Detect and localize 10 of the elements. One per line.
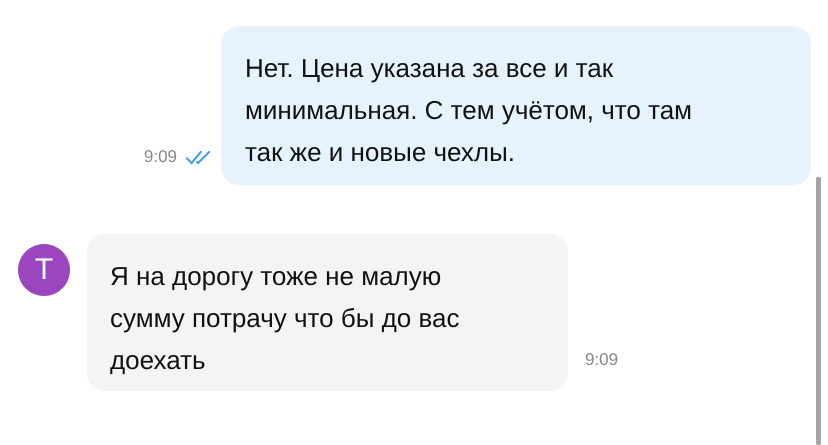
message-text: так же и новые чехлы. [245, 136, 516, 169]
message-text: Я на дорогу тоже не малую [110, 260, 442, 293]
message-text: Нет. Цена указана за все и так [245, 52, 614, 85]
message-text: доехать [110, 344, 206, 377]
message-text: сумму потрачу что бы до вас [110, 302, 460, 335]
message-time: 9:09 [585, 350, 618, 370]
message-time: 9:09 [144, 147, 177, 167]
scrollbar[interactable] [816, 177, 821, 445]
message-text: минимальная. С тем учётом, что там [245, 94, 692, 127]
avatar[interactable]: T [18, 244, 70, 296]
